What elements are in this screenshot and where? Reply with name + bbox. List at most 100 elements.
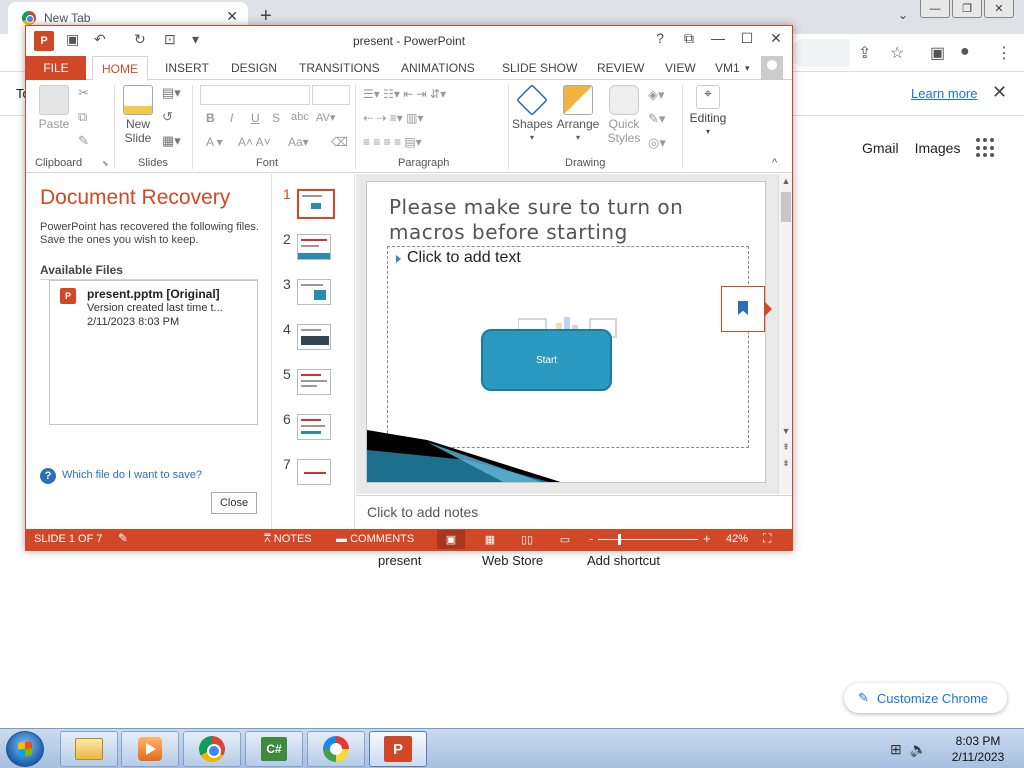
help-button[interactable]: ? xyxy=(649,30,671,46)
zoom-slider[interactable] xyxy=(598,539,698,540)
reset-icon[interactable]: ↺ xyxy=(162,109,173,125)
content-placeholder[interactable]: Click to add text Start xyxy=(387,246,749,448)
zoom-slider-thumb[interactable] xyxy=(618,534,621,545)
tab-slide-show[interactable]: SLIDE SHOW xyxy=(502,56,577,80)
images-link[interactable]: Images xyxy=(915,140,961,156)
chrome-minimize-button[interactable]: — xyxy=(920,0,950,18)
address-bar[interactable] xyxy=(790,39,850,67)
slide-thumbnail-1[interactable]: 1 xyxy=(273,186,353,226)
bullets-icon[interactable]: ☰▾ ☷▾ ⇤ ⇥ ⇵▾ xyxy=(363,87,446,101)
tab-animations[interactable]: ANIMATIONS xyxy=(401,56,475,80)
slide-vertical-scrollbar[interactable]: ▲ ▼ ⇞ ⇟ xyxy=(778,174,792,494)
format-painter-icon[interactable]: ✎ xyxy=(78,133,89,149)
shadow-button[interactable]: S xyxy=(272,111,280,125)
learn-more-link[interactable]: Learn more xyxy=(911,86,977,101)
notes-pane[interactable]: Click to add notes xyxy=(356,495,792,529)
taskbar-csharp[interactable]: C# xyxy=(245,731,303,767)
indent-icon[interactable]: ⇠ ⇢ ≡▾ ▥▾ xyxy=(363,111,424,125)
shapes-button[interactable]: Shapes ▾ xyxy=(512,84,553,145)
zoom-in-button[interactable]: + xyxy=(703,531,711,546)
shape-outline-icon[interactable]: ✎▾ xyxy=(648,111,665,127)
shape-fill-icon[interactable]: ◈▾ xyxy=(648,87,665,103)
comments-button[interactable]: ▬ COMMENTS xyxy=(336,533,414,545)
tab-close-icon[interactable]: ✕ xyxy=(226,8,238,25)
slide-thumbnail-6[interactable]: 6 xyxy=(273,411,353,451)
layout-icon[interactable]: ▤▾ xyxy=(162,85,181,101)
redo-icon[interactable]: ↻ xyxy=(134,31,146,48)
char-spacing-icon[interactable]: AV▾ xyxy=(316,111,335,124)
bold-button[interactable]: B xyxy=(206,111,215,125)
undo-icon[interactable]: ↶ xyxy=(94,31,106,48)
copy-icon[interactable]: ⧉ xyxy=(78,109,87,125)
slide-thumbnail-3[interactable]: 3 xyxy=(273,276,353,316)
help-question-icon[interactable]: ? xyxy=(40,468,56,484)
pp-maximize-button[interactable]: ☐ xyxy=(736,30,758,47)
google-apps-icon[interactable] xyxy=(976,138,996,158)
normal-view-icon[interactable]: ▣ xyxy=(437,530,465,549)
align-icon[interactable]: ≡ ≡ ≡ ≡ ▤▾ xyxy=(363,135,422,149)
zoom-level[interactable]: 42% xyxy=(726,533,748,545)
slide-thumbnail-7[interactable]: 7 xyxy=(273,456,353,496)
underline-button[interactable]: U xyxy=(251,111,260,125)
slide-sorter-icon[interactable]: ▦ xyxy=(476,530,504,549)
paste-button[interactable]: Paste xyxy=(34,85,74,131)
increase-font-icon[interactable]: A˄ A˅ xyxy=(238,135,271,149)
clipboard-launcher-icon[interactable]: ⬊ xyxy=(102,159,109,168)
arrange-button[interactable]: Arrange ▾ xyxy=(556,85,600,145)
shortcut-present[interactable]: present xyxy=(378,553,421,568)
start-from-beginning-icon[interactable]: ⊡ xyxy=(164,31,176,48)
taskbar-clock[interactable]: 8:03 PM 2/11/2023 xyxy=(938,733,1018,765)
font-name-dropdown[interactable] xyxy=(200,85,310,105)
change-case-icon[interactable]: Aa▾ xyxy=(288,135,309,149)
current-slide[interactable]: Please make sure to turn on macros befor… xyxy=(366,181,766,483)
shortcut-add-shortcut[interactable]: Add shortcut xyxy=(587,553,660,568)
scroll-up-icon[interactable]: ▲ xyxy=(779,176,793,186)
tab-design[interactable]: DESIGN xyxy=(231,56,277,80)
scroll-down-icon[interactable]: ▼ xyxy=(779,426,793,436)
taskbar-media-player[interactable] xyxy=(121,731,179,767)
customize-chrome-button[interactable]: ✎ Customize Chrome xyxy=(844,683,1007,713)
cut-icon[interactable]: ✂ xyxy=(78,85,89,101)
zoom-out-button[interactable]: - xyxy=(589,531,593,546)
gmail-link[interactable]: Gmail xyxy=(862,140,899,156)
slide-thumbnail-2[interactable]: 2 xyxy=(273,231,353,271)
font-color-icon[interactable]: A ▾ xyxy=(206,135,223,149)
spell-check-icon[interactable]: ✎ xyxy=(118,531,128,545)
tab-insert[interactable]: INSERT xyxy=(165,56,209,80)
which-file-help-link[interactable]: Which file do I want to save? xyxy=(62,469,202,481)
pp-close-button[interactable]: ✕ xyxy=(765,30,787,47)
taskbar-powerpoint[interactable]: P xyxy=(369,731,427,767)
start-button[interactable] xyxy=(6,731,44,767)
start-button-shape[interactable]: Start xyxy=(481,329,612,391)
chrome-menu-icon[interactable]: ⋮ xyxy=(996,43,1012,63)
slide-thumbnail-5[interactable]: 5 xyxy=(273,366,353,406)
taskbar-chrome[interactable] xyxy=(183,731,241,767)
font-size-dropdown[interactable] xyxy=(312,85,350,105)
bookmark-star-icon[interactable]: ☆ xyxy=(890,43,904,63)
clear-formatting-icon[interactable]: ⌫ xyxy=(331,135,348,149)
chrome-restore-button[interactable]: ❐ xyxy=(952,0,982,18)
new-slide-button[interactable]: New Slide xyxy=(118,85,158,145)
profile-icon[interactable]: ● xyxy=(960,43,970,61)
taskbar-app[interactable] xyxy=(307,731,365,767)
powerpoint-logo-icon[interactable]: P xyxy=(34,31,54,51)
shortcut-web-store[interactable]: Web Store xyxy=(482,553,543,568)
recovery-close-button[interactable]: Close xyxy=(211,492,257,514)
reading-view-icon[interactable]: ▯▯ xyxy=(513,530,541,549)
tab-transitions[interactable]: TRANSITIONS xyxy=(299,56,380,80)
account-name[interactable]: VM1 xyxy=(715,56,740,80)
taskbar-explorer[interactable] xyxy=(60,731,118,767)
customize-qat-icon[interactable]: ▾ xyxy=(192,31,199,48)
slide-thumbnail-4[interactable]: 4 xyxy=(273,321,353,361)
tab-review[interactable]: REVIEW xyxy=(597,56,644,80)
tab-home[interactable]: HOME xyxy=(92,56,148,81)
volume-icon[interactable]: 🔈 xyxy=(910,741,927,758)
strikethrough-icon[interactable]: abc xyxy=(291,111,309,123)
section-icon[interactable]: ▦▾ xyxy=(162,133,181,149)
scrollbar-thumb[interactable] xyxy=(781,192,791,222)
previous-slide-icon[interactable]: ⇞ xyxy=(779,442,793,453)
side-panel-icon[interactable]: ▣ xyxy=(930,43,945,63)
slide-show-icon[interactable]: ▭ xyxy=(551,530,579,549)
save-icon[interactable]: ▣ xyxy=(66,31,79,48)
slide-title[interactable]: Please make sure to turn on macros befor… xyxy=(389,195,683,245)
